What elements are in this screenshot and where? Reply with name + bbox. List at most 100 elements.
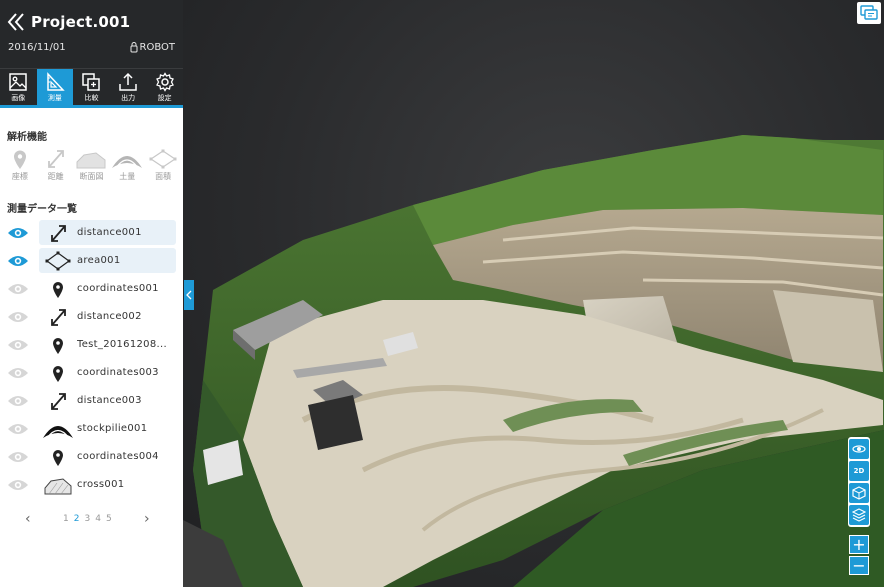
list-item-body[interactable]: distance002 bbox=[39, 304, 176, 329]
list-item-body[interactable]: coordinates004 bbox=[39, 444, 176, 469]
cross-section-icon bbox=[76, 152, 106, 169]
list-item: coordinates001 bbox=[0, 275, 183, 303]
eye-hidden-icon[interactable] bbox=[0, 450, 36, 464]
project-title: Project.001 bbox=[31, 13, 131, 31]
chevron-left-icon[interactable]: ‹ bbox=[25, 511, 31, 527]
analysis-tools: 座標 距離 断面図 土量 面積 bbox=[0, 148, 183, 182]
eye-icon[interactable] bbox=[0, 254, 36, 268]
eye-hidden-icon[interactable] bbox=[0, 422, 36, 436]
owner-label: ROBOT bbox=[130, 42, 175, 53]
list-item: distance001 bbox=[0, 219, 183, 247]
tab-export[interactable]: 出力 bbox=[110, 69, 147, 106]
tab-settings[interactable]: 設定 bbox=[146, 69, 183, 106]
pagination: ‹ 12345 › bbox=[0, 511, 183, 527]
eye-hidden-icon[interactable] bbox=[0, 366, 36, 380]
list-item-body[interactable]: cross001 bbox=[39, 472, 176, 497]
project-date: 2016/11/01 bbox=[8, 42, 66, 53]
pin-icon bbox=[13, 150, 26, 169]
mode-3d-button[interactable] bbox=[849, 483, 869, 503]
volume-icon bbox=[112, 156, 143, 169]
data-list-title: 測量データ一覧 bbox=[7, 204, 77, 215]
analysis-section-title: 解析機能 bbox=[7, 132, 47, 143]
eye-hidden-icon[interactable] bbox=[0, 310, 36, 324]
tab-compare[interactable]: 比較 bbox=[73, 69, 110, 106]
analysis-cross-section[interactable]: 断面図 bbox=[74, 148, 110, 182]
distance-icon bbox=[39, 223, 77, 243]
distance-icon bbox=[47, 150, 64, 168]
analysis-distance[interactable]: 距離 bbox=[38, 148, 74, 182]
list-item-label: distance003 bbox=[77, 395, 142, 406]
list-item-label: cross001 bbox=[77, 479, 125, 490]
page-number[interactable]: 2 bbox=[74, 514, 80, 524]
list-item: distance002 bbox=[0, 303, 183, 331]
tab-label: 設定 bbox=[157, 94, 172, 102]
tab-survey[interactable]: 測量 bbox=[36, 69, 74, 106]
pin-icon bbox=[39, 447, 77, 467]
chevron-left-icon bbox=[186, 290, 192, 300]
collapse-sidebar-button[interactable] bbox=[184, 280, 194, 310]
analysis-label: 距離 bbox=[47, 172, 64, 181]
quarry-3d-model bbox=[183, 135, 884, 587]
page-number[interactable]: 1 bbox=[63, 514, 69, 524]
analysis-label: 土量 bbox=[119, 172, 136, 181]
area-icon bbox=[149, 149, 177, 169]
analysis-volume[interactable]: 土量 bbox=[109, 148, 145, 182]
list-item: stockpilie001 bbox=[0, 415, 183, 443]
pin-icon bbox=[39, 279, 77, 299]
cube-icon bbox=[852, 486, 866, 500]
mode-2d-button[interactable]: 2D bbox=[849, 461, 869, 481]
3d-viewport[interactable] bbox=[183, 0, 884, 587]
export-icon bbox=[119, 72, 137, 91]
list-item-body[interactable]: coordinates001 bbox=[39, 276, 176, 301]
zoom-in-button[interactable]: + bbox=[849, 535, 869, 554]
layers-icon bbox=[852, 508, 866, 522]
orbit-view-button[interactable] bbox=[849, 439, 869, 459]
chevron-left-icon[interactable] bbox=[6, 11, 26, 33]
list-item: coordinates003 bbox=[0, 359, 183, 387]
analysis-coordinates[interactable]: 座標 bbox=[2, 148, 38, 182]
list-item-body[interactable]: distance003 bbox=[39, 388, 176, 413]
eye-hidden-icon[interactable] bbox=[0, 394, 36, 408]
orbit-icon bbox=[852, 445, 866, 453]
page-number[interactable]: 3 bbox=[84, 514, 90, 524]
view-mode-controls: 2D bbox=[848, 437, 870, 527]
list-item-label: stockpilie001 bbox=[77, 423, 148, 434]
chevron-right-icon[interactable]: › bbox=[144, 511, 150, 527]
tab-label: 比較 bbox=[84, 94, 99, 102]
page-number[interactable]: 5 bbox=[106, 514, 112, 524]
analysis-area[interactable]: 面積 bbox=[145, 148, 181, 182]
distance-icon bbox=[39, 307, 77, 327]
list-item-label: distance001 bbox=[77, 227, 142, 238]
sidebar: Project.001 2016/11/01 ROBOT 画像 測量 比較 出力… bbox=[0, 0, 183, 587]
eye-hidden-icon[interactable] bbox=[0, 338, 36, 352]
pin-icon bbox=[39, 335, 77, 355]
list-item: Test_20161208... bbox=[0, 331, 183, 359]
chat-button[interactable] bbox=[857, 2, 881, 24]
triangle-ruler-icon bbox=[47, 72, 65, 91]
list-item-body[interactable]: coordinates003 bbox=[39, 360, 176, 385]
tab-label: 出力 bbox=[121, 94, 136, 102]
eye-icon[interactable] bbox=[0, 226, 36, 240]
eye-hidden-icon[interactable] bbox=[0, 478, 36, 492]
distance-icon bbox=[39, 391, 77, 411]
pin-icon bbox=[39, 363, 77, 383]
main-toolbar: 画像 測量 比較 出力 設定 bbox=[0, 68, 183, 106]
list-item-body[interactable]: stockpilie001 bbox=[39, 416, 176, 441]
image-icon bbox=[9, 73, 28, 91]
tab-image[interactable]: 画像 bbox=[0, 69, 37, 106]
list-item-body[interactable]: Test_20161208... bbox=[39, 332, 176, 357]
page-number[interactable]: 4 bbox=[95, 514, 101, 524]
list-item: coordinates004 bbox=[0, 443, 183, 471]
list-item-label: coordinates004 bbox=[77, 451, 159, 462]
zoom-controls: + − bbox=[849, 535, 869, 575]
layers-button[interactable] bbox=[849, 505, 869, 525]
list-item-body[interactable]: area001 bbox=[39, 248, 176, 273]
eye-hidden-icon[interactable] bbox=[0, 282, 36, 296]
zoom-out-button[interactable]: − bbox=[849, 556, 869, 575]
list-item-label: coordinates001 bbox=[77, 283, 159, 294]
analysis-label: 断面図 bbox=[79, 172, 104, 181]
compare-icon bbox=[82, 73, 101, 91]
cross-section-icon bbox=[39, 475, 77, 495]
list-item: area001 bbox=[0, 247, 183, 275]
list-item-body[interactable]: distance001 bbox=[39, 220, 176, 245]
